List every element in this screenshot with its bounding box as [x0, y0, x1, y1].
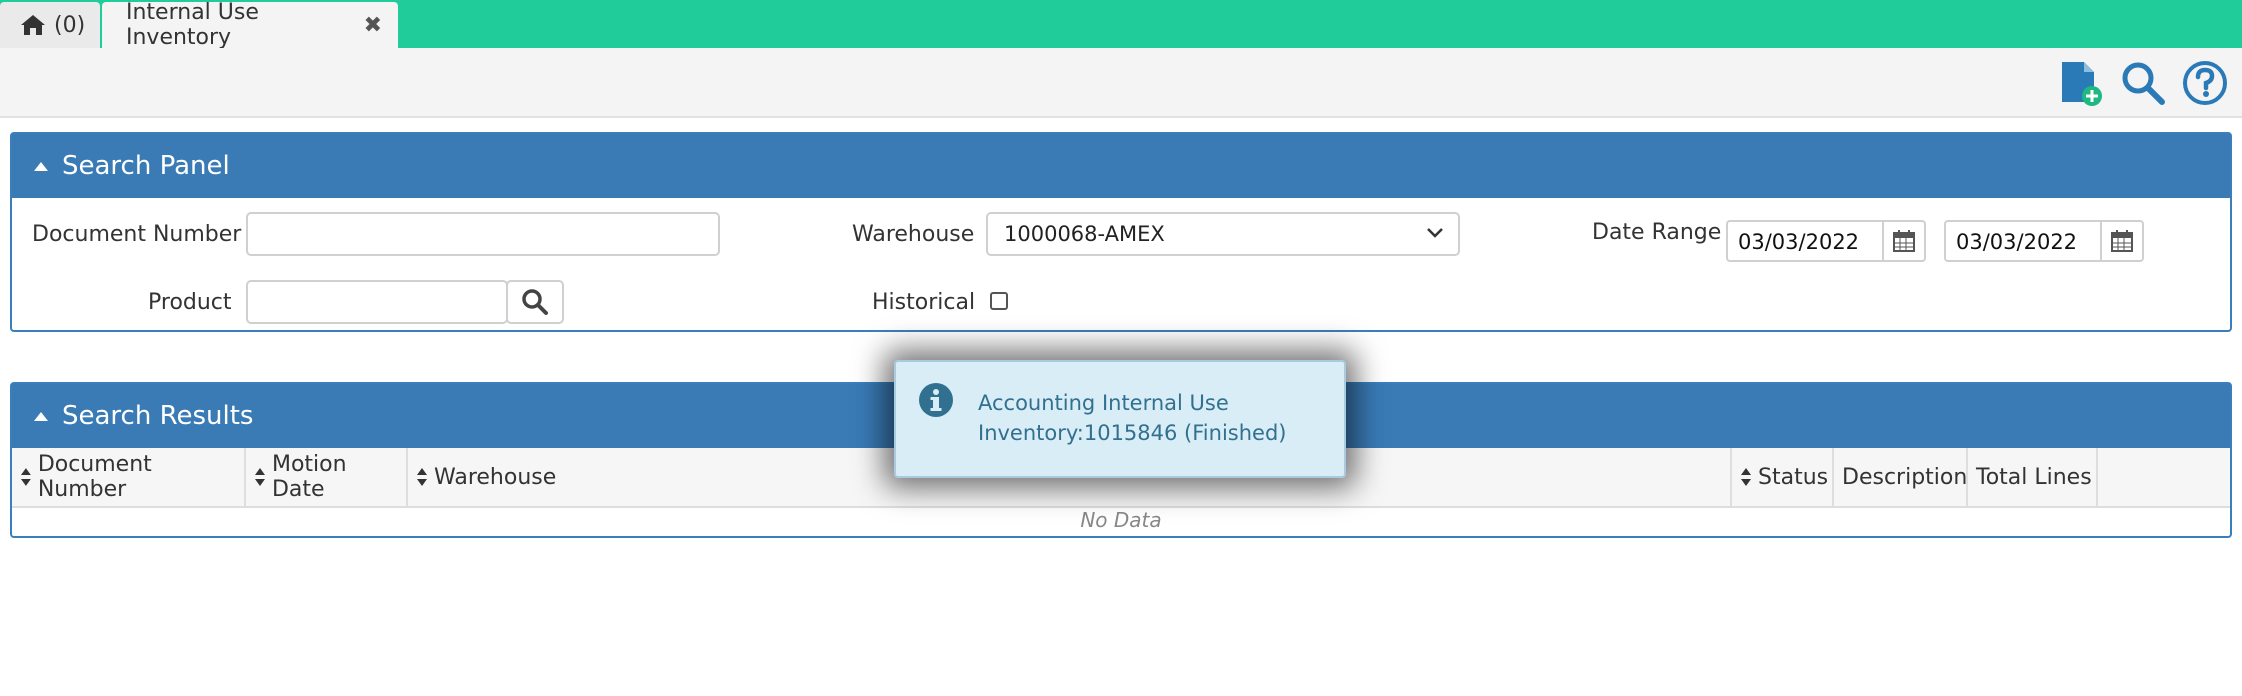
calendar-icon[interactable]: [1882, 222, 1924, 260]
sort-icon: [254, 468, 265, 486]
date-to-value: 03/03/2022: [1956, 230, 2078, 254]
chevron-down-icon: [1427, 228, 1443, 238]
home-icon: [21, 15, 45, 35]
collapse-caret-icon[interactable]: [34, 411, 48, 421]
search-icon: [522, 289, 548, 315]
tab-home[interactable]: (0): [0, 2, 100, 48]
info-icon: [919, 383, 953, 417]
sort-icon: [20, 468, 31, 486]
no-data-message: No Data: [1080, 508, 1162, 532]
warehouse-label: Warehouse: [852, 222, 975, 247]
date-from-value: 03/03/2022: [1738, 230, 1860, 254]
search-panel-title: Search Panel: [62, 151, 230, 181]
search-results-title: Search Results: [62, 401, 254, 431]
date-range-label: Date Range: [1592, 220, 1722, 245]
column-total-lines[interactable]: Total Lines: [1968, 448, 2098, 506]
column-description[interactable]: Description: [1834, 448, 1968, 506]
product-search-button[interactable]: [506, 280, 564, 324]
product-label: Product: [148, 290, 232, 315]
toolbar: [0, 48, 2242, 118]
product-input[interactable]: [246, 280, 508, 324]
column-document-number[interactable]: Document Number: [12, 448, 246, 506]
column-motion-date[interactable]: Motion Date: [246, 448, 408, 506]
calendar-icon[interactable]: [2100, 222, 2142, 260]
tab-label: Internal Use Inventory: [126, 0, 259, 50]
date-from-input[interactable]: 03/03/2022: [1726, 220, 1926, 262]
historical-label: Historical: [872, 290, 976, 315]
new-document-icon[interactable]: [2058, 60, 2104, 106]
sort-icon: [1741, 468, 1751, 486]
document-number-input[interactable]: [246, 212, 720, 256]
collapse-caret-icon[interactable]: [34, 161, 48, 171]
sort-icon: [417, 468, 427, 486]
notification-message: Accounting Internal Use Inventory:101584…: [978, 391, 1287, 445]
close-icon[interactable]: ✖: [364, 13, 382, 38]
home-tab-count: (0): [54, 12, 86, 38]
historical-checkbox[interactable]: [990, 292, 1008, 310]
date-to-input[interactable]: 03/03/2022: [1944, 220, 2144, 262]
warehouse-select[interactable]: 1000068-AMEX: [986, 212, 1460, 256]
search-panel-header[interactable]: Search Panel: [12, 134, 2230, 198]
search-icon[interactable]: [2120, 60, 2166, 106]
search-panel: Search Panel Document Number Product War…: [10, 132, 2232, 332]
tab-internal-use-inventory[interactable]: Internal Use Inventory ✖: [102, 0, 398, 50]
document-number-label: Document Number: [32, 222, 242, 247]
column-status[interactable]: Status: [1732, 448, 1834, 506]
notification-toast[interactable]: Accounting Internal Use Inventory:101584…: [894, 360, 1346, 478]
help-icon[interactable]: [2182, 60, 2228, 106]
tab-bar: (0) Internal Use Inventory ✖: [0, 0, 2242, 50]
warehouse-selected-value: 1000068-AMEX: [1004, 222, 1165, 246]
